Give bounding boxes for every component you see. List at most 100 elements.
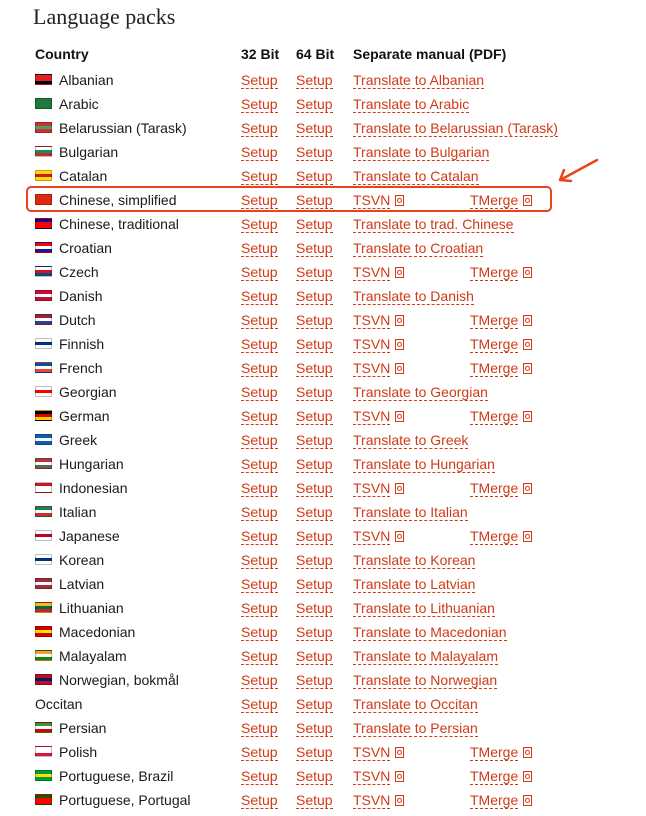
setup-64bit-link[interactable]: Setup — [296, 744, 333, 761]
tsvn-manual-link[interactable]: TSVN — [353, 528, 391, 545]
setup-32bit-link[interactable]: Setup — [241, 120, 278, 137]
setup-64bit-link[interactable]: Setup — [296, 96, 333, 113]
tsvn-manual-link[interactable]: TSVN — [353, 360, 391, 377]
translate-link[interactable]: Translate to Occitan — [353, 696, 478, 713]
setup-64bit-link[interactable]: Setup — [296, 552, 333, 569]
tmerge-manual-link[interactable]: TMerge — [470, 336, 519, 353]
tsvn-manual-link[interactable]: TSVN — [353, 408, 391, 425]
tmerge-manual-link[interactable]: TMerge — [470, 768, 519, 785]
setup-32bit-link[interactable]: Setup — [241, 624, 278, 641]
setup-64bit-link[interactable]: Setup — [296, 696, 333, 713]
setup-64bit-link[interactable]: Setup — [296, 360, 333, 377]
tmerge-manual-link[interactable]: TMerge — [470, 264, 519, 281]
setup-32bit-link[interactable]: Setup — [241, 168, 278, 185]
setup-32bit-link[interactable]: Setup — [241, 576, 278, 593]
setup-32bit-link[interactable]: Setup — [241, 528, 278, 545]
setup-32bit-link[interactable]: Setup — [241, 600, 278, 617]
setup-64bit-link[interactable]: Setup — [296, 480, 333, 497]
setup-64bit-link[interactable]: Setup — [296, 768, 333, 785]
translate-link[interactable]: Translate to Albanian — [353, 72, 485, 89]
setup-32bit-link[interactable]: Setup — [241, 336, 278, 353]
translate-link[interactable]: Translate to Macedonian — [353, 624, 507, 641]
setup-32bit-link[interactable]: Setup — [241, 312, 278, 329]
translate-link[interactable]: Translate to Belarussian (Tarask) — [353, 120, 558, 137]
setup-64bit-link[interactable]: Setup — [296, 336, 333, 353]
setup-64bit-link[interactable]: Setup — [296, 648, 333, 665]
setup-32bit-link[interactable]: Setup — [241, 744, 278, 761]
setup-64bit-link[interactable]: Setup — [296, 144, 333, 161]
translate-link[interactable]: Translate to Croatian — [353, 240, 484, 257]
setup-64bit-link[interactable]: Setup — [296, 288, 333, 305]
setup-32bit-link[interactable]: Setup — [241, 384, 278, 401]
setup-64bit-link[interactable]: Setup — [296, 216, 333, 233]
setup-32bit-link[interactable]: Setup — [241, 648, 278, 665]
translate-link[interactable]: Translate to Bulgarian — [353, 144, 490, 161]
setup-32bit-link[interactable]: Setup — [241, 432, 278, 449]
translate-link[interactable]: Translate to Persian — [353, 720, 478, 737]
translate-link[interactable]: Translate to trad. Chinese — [353, 216, 514, 233]
translate-link[interactable]: Translate to Greek — [353, 432, 469, 449]
tmerge-manual-link[interactable]: TMerge — [470, 408, 519, 425]
translate-link[interactable]: Translate to Catalan — [353, 168, 479, 185]
tmerge-manual-link[interactable]: TMerge — [470, 792, 519, 809]
translate-link[interactable]: Translate to Malayalam — [353, 648, 498, 665]
setup-64bit-link[interactable]: Setup — [296, 456, 333, 473]
translate-link[interactable]: Translate to Lithuanian — [353, 600, 495, 617]
setup-64bit-link[interactable]: Setup — [296, 792, 333, 809]
tsvn-manual-link[interactable]: TSVN — [353, 264, 391, 281]
translate-link[interactable]: Translate to Danish — [353, 288, 474, 305]
setup-64bit-link[interactable]: Setup — [296, 120, 333, 137]
setup-64bit-link[interactable]: Setup — [296, 240, 333, 257]
tmerge-manual-link[interactable]: TMerge — [470, 744, 519, 761]
setup-64bit-link[interactable]: Setup — [296, 600, 333, 617]
translate-link[interactable]: Translate to Latvian — [353, 576, 476, 593]
setup-32bit-link[interactable]: Setup — [241, 360, 278, 377]
tsvn-manual-link[interactable]: TSVN — [353, 480, 391, 497]
setup-64bit-link[interactable]: Setup — [296, 624, 333, 641]
translate-link[interactable]: Translate to Italian — [353, 504, 468, 521]
setup-64bit-link[interactable]: Setup — [296, 72, 333, 89]
setup-64bit-link[interactable]: Setup — [296, 720, 333, 737]
setup-32bit-link[interactable]: Setup — [241, 144, 278, 161]
tsvn-manual-link[interactable]: TSVN — [353, 336, 391, 353]
setup-32bit-link[interactable]: Setup — [241, 792, 278, 809]
setup-32bit-link[interactable]: Setup — [241, 552, 278, 569]
translate-link[interactable]: Translate to Arabic — [353, 96, 470, 113]
setup-64bit-link[interactable]: Setup — [296, 528, 333, 545]
setup-32bit-link[interactable]: Setup — [241, 456, 278, 473]
setup-64bit-link[interactable]: Setup — [296, 672, 333, 689]
setup-64bit-link[interactable]: Setup — [296, 168, 333, 185]
setup-64bit-link[interactable]: Setup — [296, 504, 333, 521]
setup-64bit-link[interactable]: Setup — [296, 408, 333, 425]
setup-64bit-link[interactable]: Setup — [296, 312, 333, 329]
setup-32bit-link[interactable]: Setup — [241, 72, 278, 89]
setup-64bit-link[interactable]: Setup — [296, 576, 333, 593]
tsvn-manual-link[interactable]: TSVN — [353, 312, 391, 329]
setup-32bit-link[interactable]: Setup — [241, 504, 278, 521]
setup-32bit-link[interactable]: Setup — [241, 240, 278, 257]
tmerge-manual-link[interactable]: TMerge — [470, 312, 519, 329]
setup-32bit-link[interactable]: Setup — [241, 288, 278, 305]
tmerge-manual-link[interactable]: TMerge — [470, 528, 519, 545]
setup-32bit-link[interactable]: Setup — [241, 96, 278, 113]
setup-32bit-link[interactable]: Setup — [241, 216, 278, 233]
setup-64bit-link[interactable]: Setup — [296, 432, 333, 449]
setup-32bit-link[interactable]: Setup — [241, 408, 278, 425]
tmerge-manual-link[interactable]: TMerge — [470, 480, 519, 497]
setup-32bit-link[interactable]: Setup — [241, 720, 278, 737]
setup-32bit-link[interactable]: Setup — [241, 696, 278, 713]
tsvn-manual-link[interactable]: TSVN — [353, 768, 391, 785]
translate-link[interactable]: Translate to Georgian — [353, 384, 488, 401]
translate-link[interactable]: Translate to Norwegian — [353, 672, 498, 689]
tsvn-manual-link[interactable]: TSVN — [353, 792, 391, 809]
setup-32bit-link[interactable]: Setup — [241, 480, 278, 497]
tmerge-manual-link[interactable]: TMerge — [470, 360, 519, 377]
tsvn-manual-link[interactable]: TSVN — [353, 744, 391, 761]
setup-64bit-link[interactable]: Setup — [296, 384, 333, 401]
translate-link[interactable]: Translate to Hungarian — [353, 456, 495, 473]
setup-32bit-link[interactable]: Setup — [241, 672, 278, 689]
setup-32bit-link[interactable]: Setup — [241, 264, 278, 281]
translate-link[interactable]: Translate to Korean — [353, 552, 476, 569]
setup-32bit-link[interactable]: Setup — [241, 768, 278, 785]
setup-64bit-link[interactable]: Setup — [296, 264, 333, 281]
